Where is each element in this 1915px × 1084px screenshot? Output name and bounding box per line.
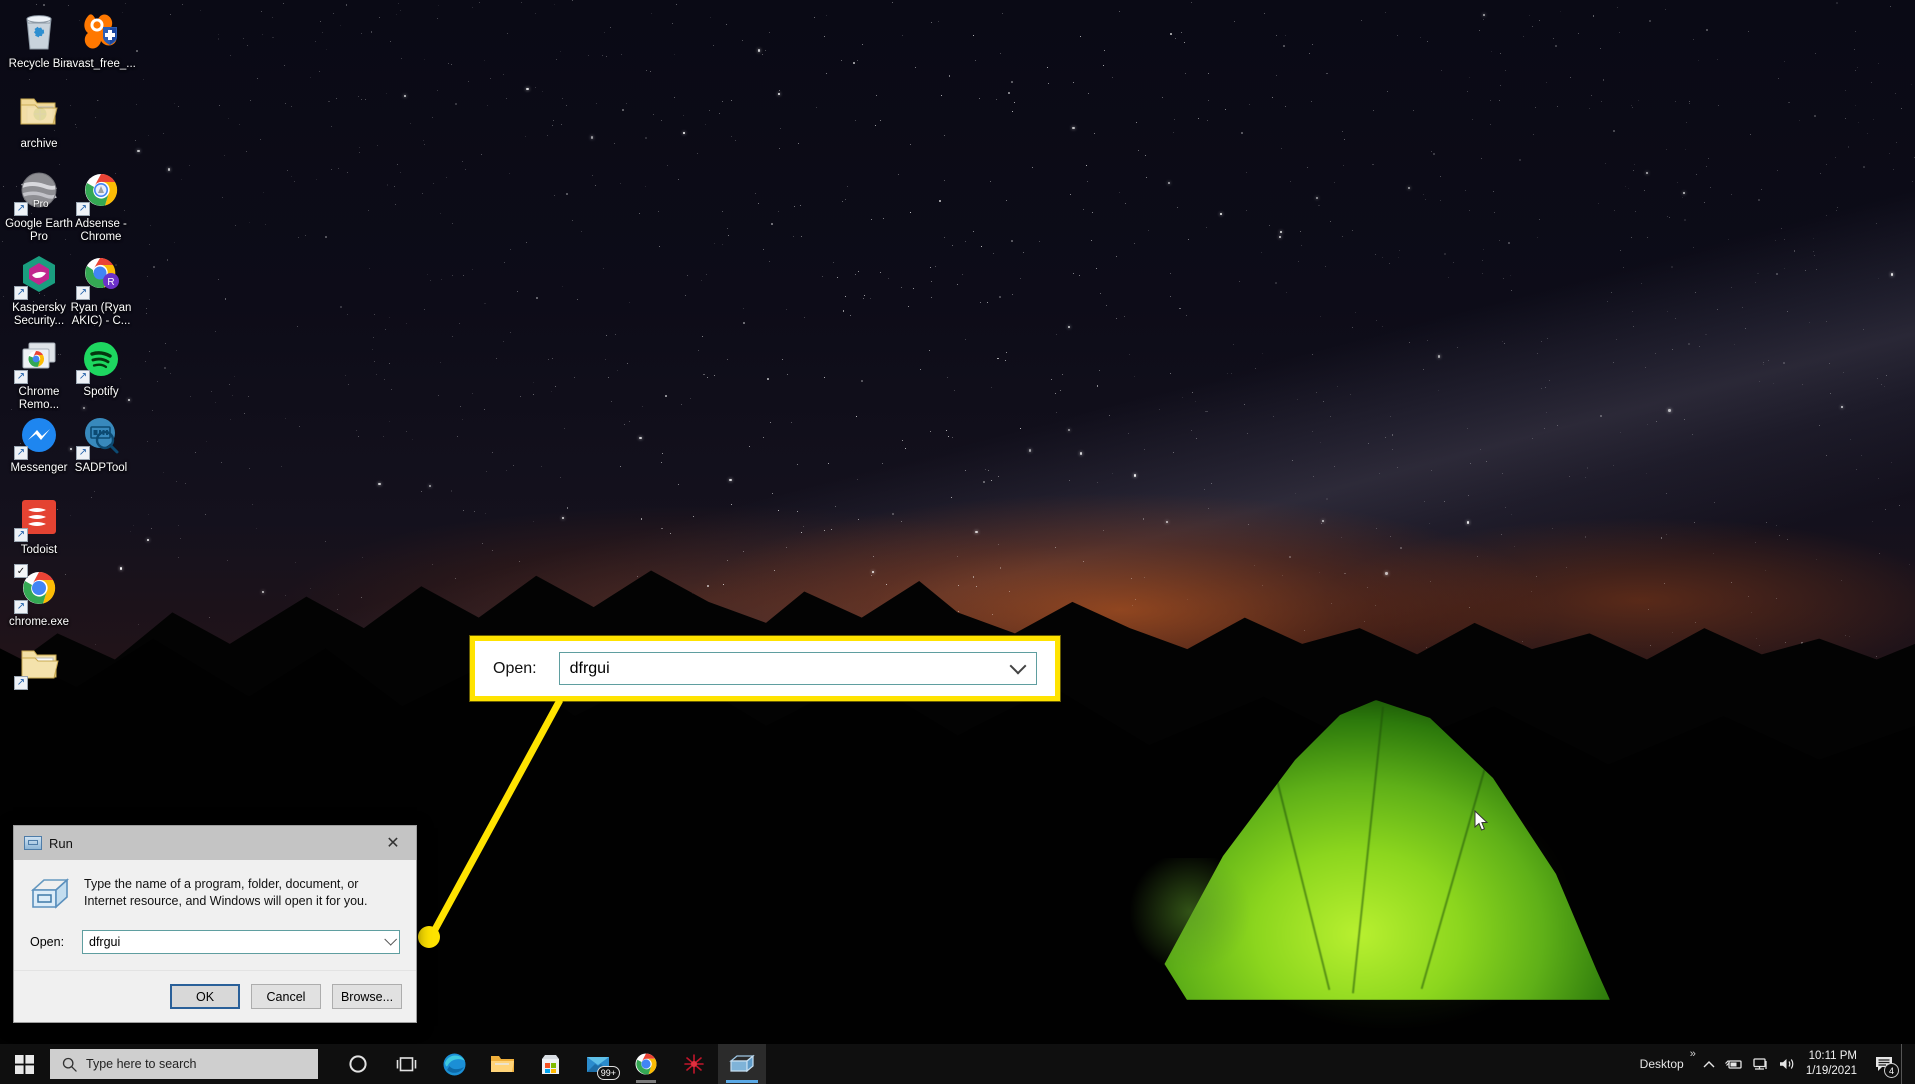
windows-start-icon[interactable] bbox=[0, 1044, 48, 1084]
svg-text:R: R bbox=[107, 277, 114, 288]
network-icon[interactable] bbox=[1748, 1044, 1774, 1084]
chevron-down-icon[interactable] bbox=[384, 932, 398, 946]
callout-open-label: Open: bbox=[493, 659, 537, 677]
run-dialog[interactable]: Run ✕ Type the name of a program, folder… bbox=[13, 825, 417, 1023]
desktop-icon-label: Todoist bbox=[20, 544, 58, 556]
search-input[interactable]: Type here to search bbox=[50, 1049, 318, 1079]
recycle-bin-icon bbox=[16, 8, 62, 54]
chrome-remote-desktop-icon: ↗ bbox=[14, 336, 62, 384]
chrome-profile-icon: R ↗ bbox=[76, 252, 124, 300]
browse-button[interactable]: Browse... bbox=[332, 984, 402, 1009]
tent-seam bbox=[1420, 734, 1496, 990]
messenger-icon: ↗ bbox=[14, 412, 62, 460]
desktop-icon-ryan-chrome[interactable]: R ↗ Ryan (Ryan AKIC) - C... bbox=[62, 252, 140, 328]
clock[interactable]: 10:11 PM 1/19/2021 bbox=[1800, 1049, 1867, 1079]
desktop-icon-spotify[interactable]: ↗ Spotify bbox=[62, 336, 140, 399]
run-dialog-title: Run bbox=[49, 835, 73, 851]
shortcut-overlay-icon: ↗ bbox=[14, 446, 28, 460]
desktop-icon-label: SADPTool bbox=[74, 462, 128, 474]
run-large-icon bbox=[30, 876, 70, 916]
desktop-icon-archive[interactable]: archive bbox=[0, 88, 78, 151]
desktop-icon-label: Adsense - Chrome bbox=[75, 218, 127, 243]
callout-open-combobox[interactable]: dfrgui bbox=[558, 652, 1037, 685]
run-dialog-body: Type the name of a program, folder, docu… bbox=[14, 860, 416, 916]
shortcut-overlay-icon: ↗ bbox=[14, 528, 28, 542]
shortcut-overlay-icon: ↗ bbox=[14, 600, 28, 614]
firework-app-icon[interactable] bbox=[670, 1044, 718, 1084]
desktop-icon-todoist[interactable]: ↗ Todoist bbox=[0, 494, 78, 557]
notification-icon[interactable]: 4 bbox=[1867, 1044, 1901, 1084]
bush bbox=[1130, 858, 1250, 978]
desktop-icon-label: chrome.exe bbox=[8, 616, 70, 628]
chevron-down-icon[interactable] bbox=[1009, 657, 1027, 674]
sadptool-icon: ↗ bbox=[76, 412, 124, 460]
chrome-shortcut-icon: ↗ bbox=[76, 168, 124, 216]
pen-battery-icon[interactable] bbox=[1722, 1044, 1748, 1084]
ok-button[interactable]: OK bbox=[170, 984, 240, 1009]
cancel-button[interactable]: Cancel bbox=[251, 984, 321, 1009]
search-placeholder: Type here to search bbox=[86, 1057, 197, 1071]
desktop-icon-folder-partial[interactable]: ↗ bbox=[0, 642, 78, 692]
avast-icon bbox=[78, 8, 124, 54]
run-dialog-titlebar[interactable]: Run ✕ bbox=[14, 826, 416, 860]
shortcut-overlay-icon: ↗ bbox=[76, 370, 90, 384]
todoist-icon: ↗ bbox=[14, 494, 62, 542]
spotify-icon: ↗ bbox=[76, 336, 124, 384]
volume-icon[interactable] bbox=[1774, 1044, 1800, 1084]
desktop-icon-label: archive bbox=[20, 138, 58, 150]
desktop-icon-chrome-exe[interactable]: ✓ ↗ chrome.exe bbox=[0, 564, 78, 629]
run-open-input[interactable]: dfrgui bbox=[83, 935, 120, 949]
desktop-icon-label: Spotify bbox=[83, 386, 119, 398]
clock-date: 1/19/2021 bbox=[1805, 1065, 1857, 1077]
kaspersky-icon: ↗ bbox=[14, 252, 62, 300]
desktop-icon-avast[interactable]: avast_free_... bbox=[62, 8, 140, 71]
shortcut-overlay-icon: ↗ bbox=[76, 286, 90, 300]
run-dialog-description: Type the name of a program, folder, docu… bbox=[84, 877, 368, 908]
notification-count: 4 bbox=[1884, 1063, 1899, 1078]
chrome-icon: ✓ ↗ bbox=[14, 564, 62, 614]
task-view-icon[interactable] bbox=[382, 1044, 430, 1084]
mail-badge: 99+ bbox=[596, 1066, 620, 1080]
taskbar: Type here to search 99+ Desktop » 10:11 … bbox=[0, 1044, 1915, 1084]
shortcut-overlay-icon: ↗ bbox=[76, 446, 90, 460]
desktop-icon-label: avast_free_... bbox=[66, 58, 136, 70]
callout-zoom-box: Open: dfrgui bbox=[470, 636, 1060, 701]
microsoft-store-icon[interactable] bbox=[526, 1044, 574, 1084]
show-desktop-button[interactable] bbox=[1901, 1044, 1909, 1084]
shortcut-overlay-icon: ↗ bbox=[14, 370, 28, 384]
shortcut-overlay-icon: ↗ bbox=[76, 202, 90, 216]
mail-icon[interactable]: 99+ bbox=[574, 1044, 622, 1084]
microsoft-edge-icon[interactable] bbox=[430, 1044, 478, 1084]
chevron-up-icon[interactable] bbox=[1696, 1044, 1722, 1084]
run-dialog-buttons: OK Cancel Browse... bbox=[14, 970, 416, 1022]
clock-time: 10:11 PM bbox=[1808, 1050, 1857, 1062]
callout-open-input[interactable]: dfrgui bbox=[560, 660, 610, 678]
run-open-combobox[interactable]: dfrgui bbox=[82, 930, 400, 954]
shortcut-overlay-icon: ↗ bbox=[14, 286, 28, 300]
tent-seam bbox=[1351, 706, 1385, 994]
google-earth-pro-icon: Pro ↗ bbox=[14, 168, 62, 216]
desktop-icon-adsense-chrome[interactable]: ↗ Adsense - Chrome bbox=[62, 168, 140, 244]
file-explorer-icon[interactable] bbox=[478, 1044, 526, 1084]
run-open-label: Open: bbox=[30, 935, 65, 949]
run-taskbar-icon[interactable] bbox=[718, 1044, 766, 1084]
cortana-icon[interactable] bbox=[334, 1044, 382, 1084]
folder-icon: ↗ bbox=[14, 642, 62, 690]
close-icon[interactable]: ✕ bbox=[370, 826, 416, 860]
google-chrome-icon[interactable] bbox=[622, 1044, 670, 1084]
desktop-icon-sadptool[interactable]: ↗ SADPTool bbox=[62, 412, 140, 475]
run-open-row: Open: dfrgui bbox=[14, 916, 416, 954]
shortcut-overlay-icon: ↗ bbox=[14, 202, 28, 216]
shortcut-overlay-icon: ↗ bbox=[14, 676, 28, 690]
desktop-label[interactable]: Desktop bbox=[1634, 1057, 1690, 1071]
mouse-cursor bbox=[1474, 810, 1489, 831]
search-icon bbox=[62, 1057, 77, 1072]
run-window-icon bbox=[24, 836, 42, 850]
desktop-icon-label: Ryan (Ryan AKIC) - C... bbox=[70, 302, 132, 327]
system-tray: Desktop » 10:11 PM 1/19/2021 4 bbox=[1634, 1044, 1915, 1084]
folder-icon bbox=[16, 88, 62, 134]
